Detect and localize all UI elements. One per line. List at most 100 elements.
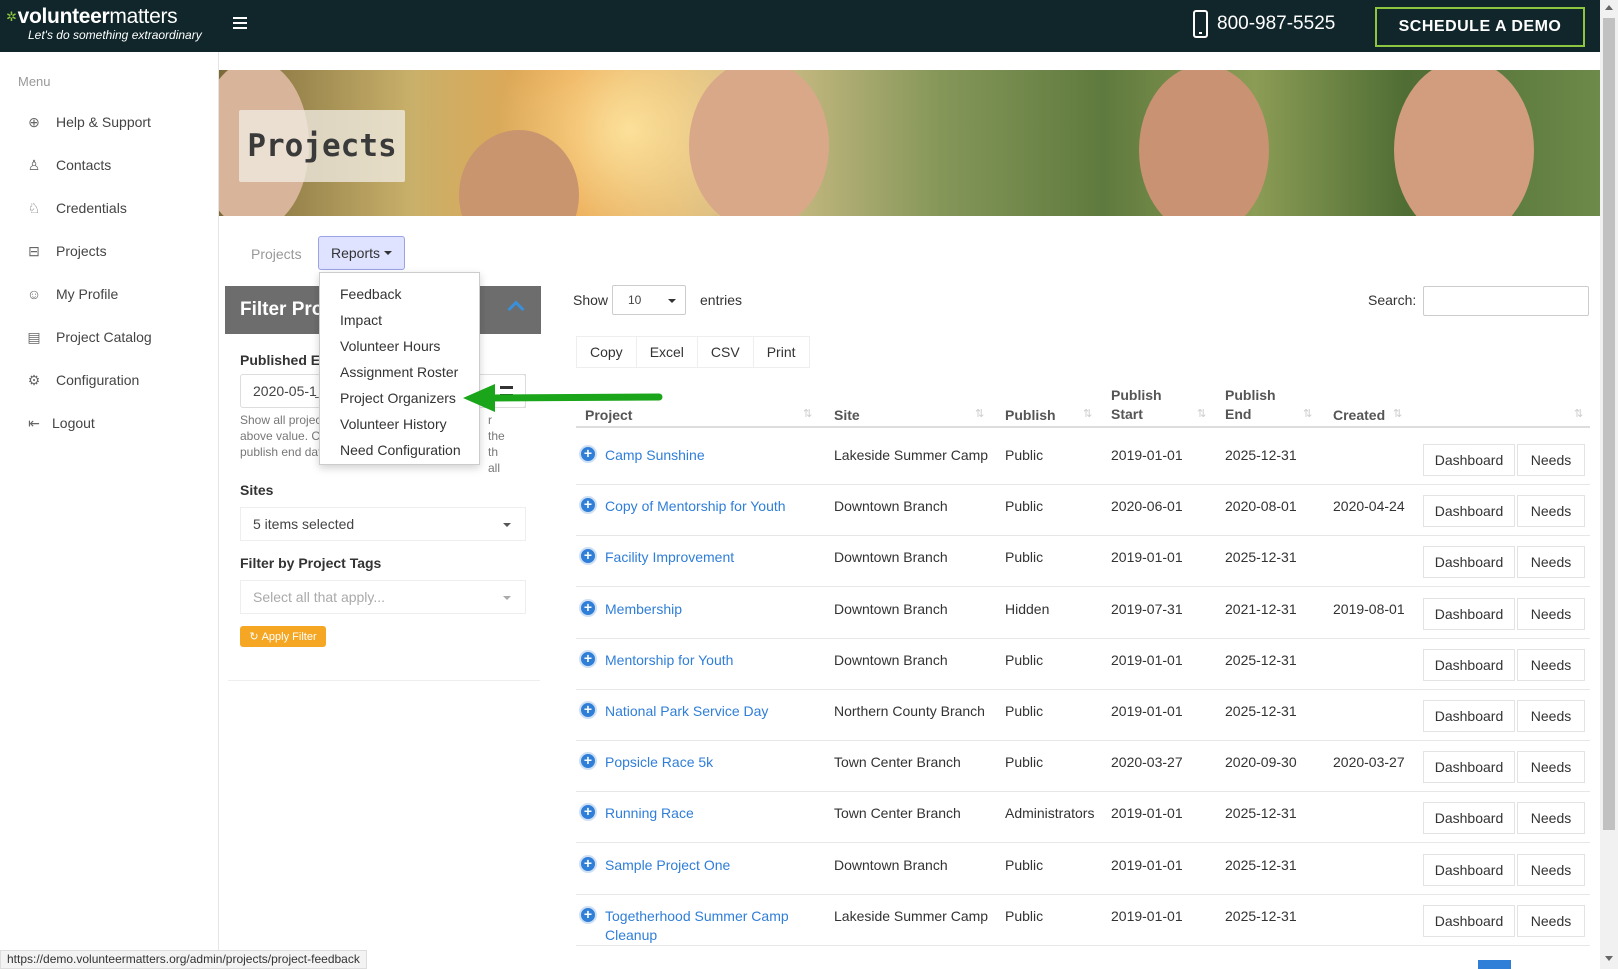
sort-icon[interactable]: ⇅ [1083, 407, 1092, 420]
project-tags-label: Filter by Project Tags [240, 555, 382, 571]
site-cell: Downtown Branch [834, 857, 948, 873]
excel-button[interactable]: Excel [635, 336, 698, 368]
project-link[interactable]: Popsicle Race 5k [605, 753, 805, 772]
dashboard-button[interactable]: Dashboard [1423, 649, 1515, 681]
sidebar-item-my-profile[interactable]: ☺ My Profile [26, 286, 118, 302]
needs-button[interactable]: Needs [1517, 495, 1585, 527]
logo[interactable]: ✲volunteermatters Let's do something ext… [6, 6, 202, 43]
needs-button[interactable]: Needs [1517, 649, 1585, 681]
entries-per-page-select[interactable]: 10 [612, 285, 686, 315]
project-link[interactable]: Membership [605, 600, 805, 619]
project-link[interactable]: Running Race [605, 804, 805, 823]
sites-select[interactable]: 5 items selected [240, 507, 526, 541]
scroll-down-icon[interactable] [1605, 956, 1613, 961]
dashboard-button[interactable]: Dashboard [1423, 598, 1515, 630]
menu-item-assignment-roster[interactable]: Assignment Roster [320, 359, 479, 385]
publish-start-cell: 2019-01-01 [1111, 805, 1183, 821]
scroll-up-icon[interactable] [1605, 5, 1613, 10]
menu-item-need-configuration[interactable]: Need Configuration [320, 437, 479, 463]
sort-icon[interactable]: ⇅ [1574, 407, 1583, 420]
needs-button[interactable]: Needs [1517, 905, 1585, 937]
tab-projects[interactable]: Projects [251, 246, 302, 262]
brand-tagline: Let's do something extraordinary [28, 28, 202, 42]
project-tags-select[interactable]: Select all that apply... [240, 580, 526, 614]
needs-button[interactable]: Needs [1517, 444, 1585, 476]
column-header-publish-end[interactable]: Publish End [1225, 386, 1276, 424]
publish-start-cell: 2019-01-01 [1111, 703, 1183, 719]
needs-button[interactable]: Needs [1517, 751, 1585, 783]
project-link[interactable]: Facility Improvement [605, 548, 805, 567]
sidebar-item-contacts[interactable]: ♙ Contacts [26, 156, 112, 174]
dashboard-button[interactable]: Dashboard [1423, 444, 1515, 476]
expand-row-icon[interactable]: + [579, 547, 597, 565]
menu-item-volunteer-hours[interactable]: Volunteer Hours [320, 333, 479, 359]
sidebar-item-configuration[interactable]: ⚙ Configuration [26, 372, 140, 389]
needs-button[interactable]: Needs [1517, 802, 1585, 834]
sort-icon[interactable]: ⇅ [1303, 407, 1312, 420]
column-header-publish[interactable]: Publish [1005, 406, 1056, 425]
scrollbar-thumb[interactable] [1603, 18, 1615, 830]
dashboard-button[interactable]: Dashboard [1423, 905, 1515, 937]
expand-row-icon[interactable]: + [579, 701, 597, 719]
schedule-demo-button[interactable]: SCHEDULE A DEMO [1375, 7, 1585, 47]
dashboard-button[interactable]: Dashboard [1423, 495, 1515, 527]
badge-icon: ♘ [27, 199, 41, 216]
phone-number[interactable]: 800-987-5525 [1193, 10, 1335, 38]
expand-row-icon[interactable]: + [579, 803, 597, 821]
pagination-active-page[interactable] [1478, 960, 1511, 969]
project-link[interactable]: Sample Project One [605, 856, 805, 875]
expand-row-icon[interactable]: + [579, 599, 597, 617]
column-header-created[interactable]: Created [1333, 406, 1385, 425]
publish-start-cell: 2020-06-01 [1111, 498, 1183, 514]
apply-filter-button[interactable]: ↻ Apply Filter [240, 626, 326, 647]
sort-icon[interactable]: ⇅ [1197, 407, 1206, 420]
hero-banner: Projects [219, 70, 1600, 216]
sort-icon[interactable]: ⇅ [803, 407, 812, 420]
reports-dropdown-button[interactable]: Reports [318, 236, 405, 270]
sidebar-item-project-catalog[interactable]: ▤ Project Catalog [26, 329, 151, 346]
dashboard-button[interactable]: Dashboard [1423, 751, 1515, 783]
csv-button[interactable]: CSV [696, 336, 754, 368]
expand-row-icon[interactable]: + [579, 906, 597, 924]
expand-row-icon[interactable]: + [579, 855, 597, 873]
dashboard-button[interactable]: Dashboard [1423, 700, 1515, 732]
needs-button[interactable]: Needs [1517, 854, 1585, 886]
menu-item-volunteer-history[interactable]: Volunteer History [320, 411, 479, 437]
needs-button[interactable]: Needs [1517, 546, 1585, 578]
project-link[interactable]: Copy of Mentorship for Youth [605, 497, 805, 516]
needs-button[interactable]: Needs [1517, 598, 1585, 630]
project-link[interactable]: National Park Service Day [605, 702, 805, 721]
sort-icon[interactable]: ⇅ [1393, 407, 1402, 420]
menu-item-project-organizers[interactable]: Project Organizers [320, 385, 479, 411]
sidebar-item-credentials[interactable]: ♘ Credentials [26, 199, 127, 217]
project-link[interactable]: Camp Sunshine [605, 446, 805, 465]
expand-row-icon[interactable]: + [579, 752, 597, 770]
sidebar-item-help-support[interactable]: ⊕ Help & Support [26, 114, 151, 131]
column-header-publish-start[interactable]: Publish Start [1111, 386, 1162, 424]
needs-button[interactable]: Needs [1517, 700, 1585, 732]
search-input[interactable] [1423, 286, 1589, 316]
sort-icon[interactable]: ⇅ [975, 407, 984, 420]
sidebar-item-projects[interactable]: ⊟ Projects [26, 243, 106, 260]
divider [576, 426, 1590, 428]
dashboard-button[interactable]: Dashboard [1423, 802, 1515, 834]
expand-row-icon[interactable]: + [579, 496, 597, 514]
expand-row-icon[interactable]: + [579, 650, 597, 668]
menu-item-feedback[interactable]: Feedback [320, 281, 479, 307]
dashboard-button[interactable]: Dashboard [1423, 546, 1515, 578]
site-cell: Downtown Branch [834, 549, 948, 565]
copy-button[interactable]: Copy [576, 336, 637, 368]
menu-item-impact[interactable]: Impact [320, 307, 479, 333]
sidebar-item-logout[interactable]: ⇤ Logout [26, 415, 95, 432]
print-button[interactable]: Print [752, 336, 810, 368]
vertical-scrollbar[interactable] [1600, 0, 1618, 969]
project-link[interactable]: Mentorship for Youth [605, 651, 805, 670]
column-header-site[interactable]: Site [834, 406, 860, 425]
expand-row-icon[interactable]: + [579, 445, 597, 463]
dashboard-button[interactable]: Dashboard [1423, 854, 1515, 886]
publish-start-cell: 2020-03-27 [1111, 754, 1183, 770]
project-link[interactable]: Togetherhood Summer Camp Cleanup [605, 907, 805, 945]
contacts-icon: ♙ [27, 156, 41, 173]
hamburger-menu-icon[interactable] [233, 17, 247, 32]
publish-end-cell: 2020-08-01 [1225, 498, 1297, 514]
